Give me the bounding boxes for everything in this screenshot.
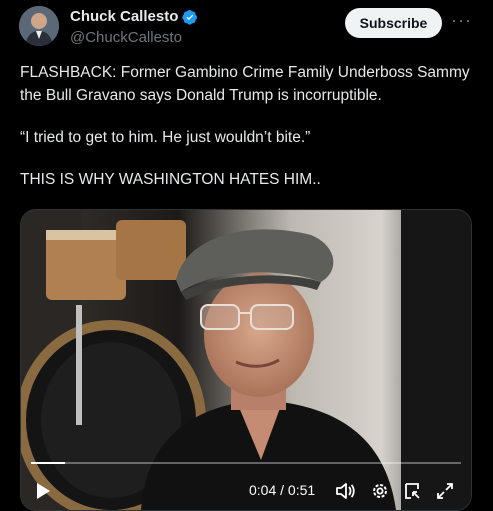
author-name-row: Chuck Callesto xyxy=(70,8,198,25)
tweet-text: FLASHBACK: Former Gambino Crime Family U… xyxy=(20,61,480,191)
verified-badge-icon xyxy=(182,9,198,25)
video-controls: 0:04 / 0:51 xyxy=(21,480,471,508)
gear-icon[interactable] xyxy=(371,482,389,500)
picture-in-picture-icon[interactable] xyxy=(403,482,421,500)
author-display-name[interactable]: Chuck Callesto xyxy=(70,8,178,25)
avatar-image xyxy=(19,6,59,46)
video-progress-fill xyxy=(31,462,66,464)
fullscreen-icon[interactable] xyxy=(436,482,454,500)
volume-icon[interactable] xyxy=(335,482,355,500)
avatar[interactable] xyxy=(19,6,59,46)
video-frame xyxy=(21,210,471,510)
subscribe-button[interactable]: Subscribe xyxy=(345,8,442,38)
tweet-text-line: THIS IS WHY WASHINGTON HATES HIM.. xyxy=(20,171,321,188)
video-player[interactable]: 0:04 / 0:51 xyxy=(20,209,472,511)
tweet-text-line: FLASHBACK: Former Gambino Crime Family U… xyxy=(20,64,470,104)
tweet-text-line: “I tried to get to him. He just wouldn’t… xyxy=(20,129,311,146)
video-time: 0:04 / 0:51 xyxy=(249,482,316,498)
play-icon[interactable] xyxy=(35,482,51,500)
tweet: Chuck Callesto @ChuckCallesto Subscribe … xyxy=(0,0,493,511)
video-progress-bar[interactable] xyxy=(31,462,461,464)
author-handle[interactable]: @ChuckCallesto xyxy=(70,29,182,46)
more-options-icon[interactable]: ··· xyxy=(451,10,472,31)
